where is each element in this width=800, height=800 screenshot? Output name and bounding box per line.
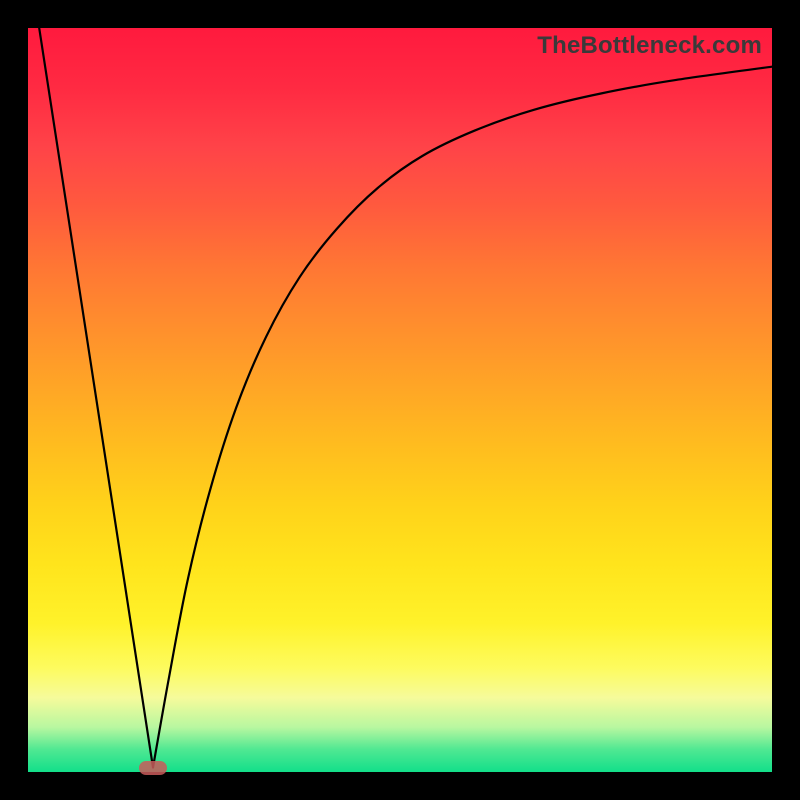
chart-frame: TheBottleneck.com — [0, 0, 800, 800]
bottleneck-curve — [28, 28, 772, 772]
plot-area: TheBottleneck.com — [28, 28, 772, 772]
curve-path — [39, 28, 772, 768]
optimum-marker — [139, 761, 167, 775]
